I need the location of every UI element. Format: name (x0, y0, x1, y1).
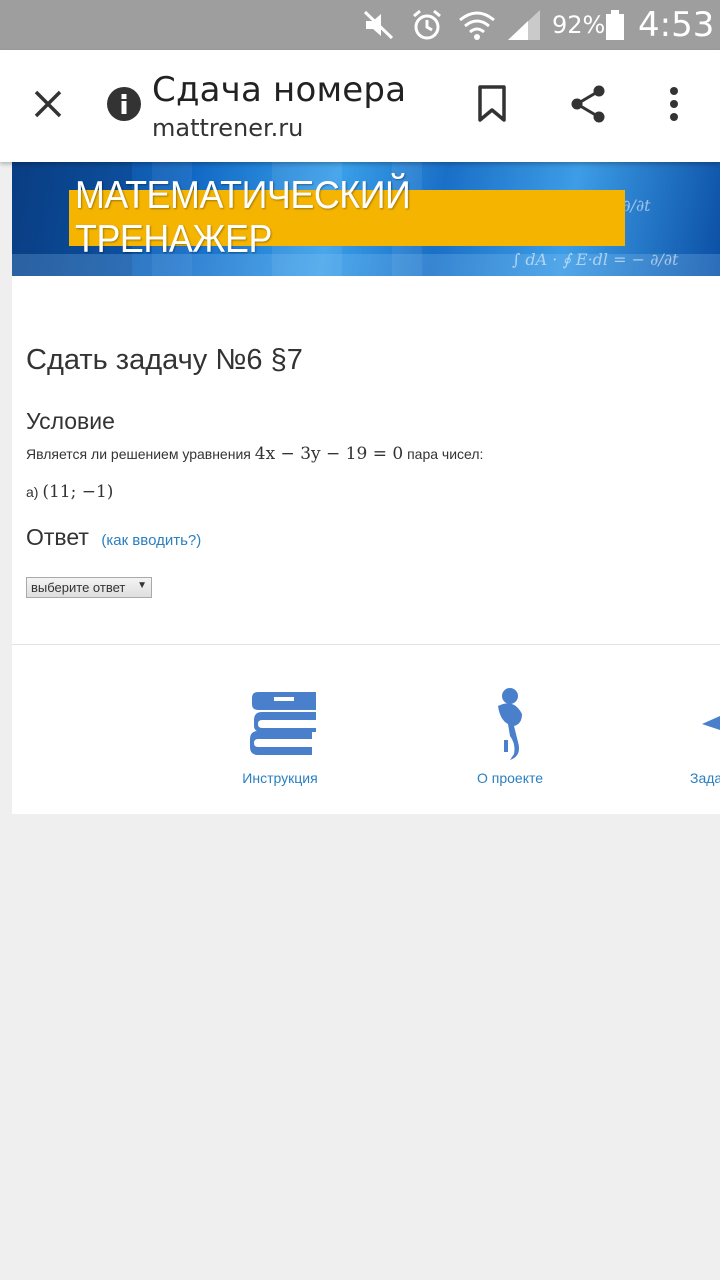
books-icon (230, 684, 330, 770)
close-button[interactable] (24, 84, 72, 128)
condition-text-after: пара чисел: (407, 446, 484, 462)
mute-icon (362, 0, 396, 50)
footer-label-tasks: Зада (690, 770, 720, 786)
page-url: mattrener.ru (152, 114, 304, 142)
banner-title: МАТЕМАТИЧЕСКИЙ ТРЕНАЖЕР (75, 174, 411, 261)
browser-toolbar: Сдача номера mattrener.ru (0, 50, 720, 162)
divider (12, 644, 720, 645)
status-bar: 92% 4:53 (0, 0, 720, 50)
about-icon (460, 684, 560, 770)
condition-heading: Условие (26, 408, 115, 434)
info-icon (105, 85, 143, 128)
bookmark-icon (477, 84, 507, 128)
answer-select-value: выберите ответ (31, 580, 126, 595)
footer-item-instruction[interactable]: Инструкция (230, 684, 330, 786)
battery-percent: 92% (552, 11, 606, 39)
more-button[interactable] (652, 84, 696, 128)
battery-icon (604, 0, 626, 50)
answer-select[interactable]: выберите ответ ▼ (26, 577, 152, 598)
how-to-enter-link[interactable]: (как вводить?) (101, 532, 201, 549)
task-title: Сдать задачу №6 §7 (26, 344, 303, 376)
condition-text-before: Является ли решением уравнения (26, 446, 251, 462)
share-button[interactable] (566, 84, 610, 128)
share-icon (569, 84, 607, 129)
task-icon (690, 684, 720, 770)
dropdown-arrow-icon: ▼ (137, 580, 147, 591)
wifi-icon (458, 0, 496, 50)
equation: 4x − 3y − 19 = 0 (254, 444, 404, 464)
condition-text: Является ли решением уравнения 4x − 3y −… (26, 444, 483, 464)
footer-item-about[interactable]: О проекте (460, 684, 560, 786)
signal-icon (506, 0, 542, 50)
footer-item-tasks[interactable]: Зада (690, 684, 720, 786)
part-label: а) (26, 484, 39, 500)
answer-heading: Ответ (26, 524, 89, 550)
footer-label-instruction: Инструкция (242, 770, 318, 786)
clock: 4:53 (638, 5, 715, 45)
answer-heading-row: Ответ (как вводить?) (26, 524, 201, 551)
content-card: ∫ dA · ∮ E·dl = − ∂/∂t 4 Fe · ∂/∂t МАТЕМ… (12, 162, 720, 814)
more-icon (669, 86, 679, 127)
footer-label-about: О проекте (476, 770, 544, 786)
alarm-icon (410, 0, 444, 50)
page-title-bar: Сдача номера (152, 70, 407, 110)
close-icon (33, 89, 63, 124)
bookmark-button[interactable] (470, 84, 514, 128)
site-banner[interactable]: ∫ dA · ∮ E·dl = − ∂/∂t 4 Fe · ∂/∂t МАТЕМ… (12, 162, 720, 276)
task-part-a: а) (11; −1) (26, 482, 113, 502)
site-info-button[interactable] (104, 86, 144, 126)
number-pair: (11; −1) (42, 482, 114, 502)
